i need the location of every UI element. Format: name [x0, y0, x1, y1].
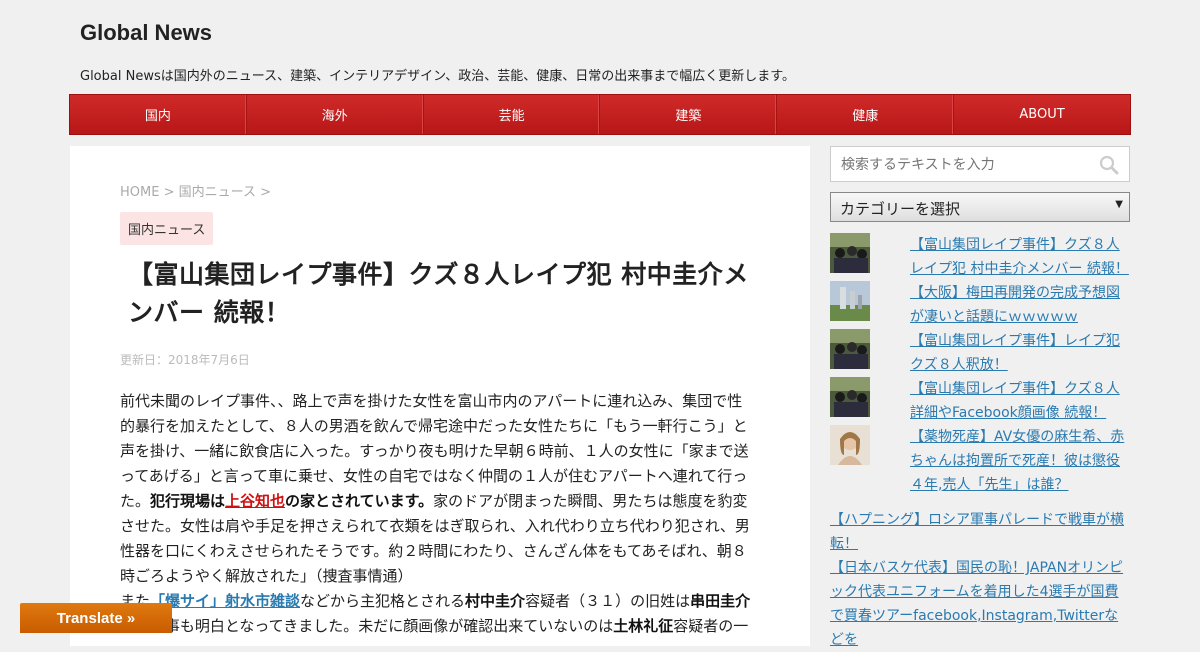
- article-text: 容疑者（３１）の旧姓は: [525, 592, 691, 610]
- article-text: 容疑者の一: [673, 617, 749, 635]
- category-badge[interactable]: 国内ニュース: [120, 212, 214, 245]
- breadcrumb-separator: >: [159, 185, 179, 200]
- nav-item-health[interactable]: 健康: [777, 95, 955, 134]
- breadcrumb: HOME > 国内ニュース >: [120, 181, 271, 200]
- article-container: HOME > 国内ニュース > 国内ニュース 【富山集団レイプ事件】クズ８人レイ…: [70, 146, 810, 646]
- breadcrumb-home[interactable]: HOME: [120, 185, 159, 200]
- more-posts: 【ハプニング】ロシア軍事パレードで戦車が横転！ 【日本バスケ代表】国民の恥！JA…: [830, 508, 1130, 652]
- suspect-name-link[interactable]: 上谷知也: [225, 492, 285, 510]
- post-link[interactable]: 【日本バスケ代表】国民の恥！JAPANオリンピック代表ユニフォームを着用した4選…: [830, 556, 1130, 652]
- translate-button[interactable]: Translate »: [20, 603, 172, 633]
- article-text: などから主犯格とされる: [300, 592, 466, 610]
- group-photo-thumbnail[interactable]: [830, 233, 870, 273]
- search-input[interactable]: [831, 147, 1093, 183]
- nav-item-about[interactable]: ABOUT: [954, 95, 1130, 134]
- breadcrumb-category[interactable]: 国内ニュース: [179, 185, 256, 200]
- search-icon[interactable]: [1099, 155, 1119, 175]
- list-item: 【大阪】梅田再開発の完成予想図が凄いと話題にｗｗｗｗｗ: [830, 281, 1130, 329]
- recent-post-link[interactable]: 【薬物死産】AV女優の麻生希、赤ちゃんは拘置所で死産！彼は懲役４年,売人「先生」…: [910, 425, 1132, 497]
- search-box: [830, 146, 1130, 183]
- breadcrumb-separator: >: [255, 185, 272, 200]
- article-bold-text: 串田圭介: [690, 592, 751, 610]
- article-bold-text: 村中圭介: [465, 592, 526, 610]
- list-item: 【富山集団レイプ事件】クズ８人レイプ犯 村中圭介メンバー 続報！: [830, 233, 1130, 281]
- site-description: Global Newsは国内外のニュース、建築、インテリアデザイン、政治、芸能、…: [80, 69, 796, 84]
- article-bold-text: 土林礼征: [613, 617, 674, 635]
- portrait-photo-thumbnail[interactable]: [830, 425, 870, 465]
- main-nav: 国内 海外 芸能 建築 健康 ABOUT: [69, 94, 1131, 135]
- recent-post-link[interactable]: 【富山集団レイプ事件】レイプ犯クズ８人釈放！: [910, 329, 1132, 377]
- nav-item-domestic[interactable]: 国内: [70, 95, 247, 134]
- group-photo-thumbnail[interactable]: [830, 377, 870, 417]
- post-title: 【富山集団レイプ事件】クズ８人レイプ犯 村中圭介メンバー 続報！: [128, 260, 749, 327]
- list-item: 【富山集団レイプ事件】レイプ犯クズ８人釈放！: [830, 329, 1130, 377]
- category-select[interactable]: カテゴリーを選択 ▼: [830, 192, 1130, 222]
- site-title[interactable]: Global News: [80, 20, 212, 46]
- list-item: 【富山集団レイプ事件】クズ８人詳細やFacebook顔画像 続報！: [830, 377, 1130, 425]
- group-photo-thumbnail[interactable]: [830, 329, 870, 369]
- recent-post-link[interactable]: 【大阪】梅田再開発の完成予想図が凄いと話題にｗｗｗｗｗ: [910, 281, 1132, 329]
- bakusai-link[interactable]: 「爆サイ」射水市雑談: [150, 592, 300, 610]
- updated-date: 更新日：2018年7月6日: [120, 353, 250, 367]
- city-rendering-thumbnail[interactable]: [830, 281, 870, 321]
- recent-post-link[interactable]: 【富山集団レイプ事件】クズ８人詳細やFacebook顔画像 続報！: [910, 377, 1132, 425]
- category-select-value: カテゴリーを選択: [840, 200, 961, 218]
- caret-down-icon: ▼: [1115, 199, 1123, 210]
- nav-item-overseas[interactable]: 海外: [247, 95, 424, 134]
- post-link[interactable]: 【ハプニング】ロシア軍事パレードで戦車が横転！: [830, 508, 1130, 556]
- article-body: 前代未聞のレイプ事件、、路上で声を掛けた女性を富山市内のアパートに連れ込み、集団…: [120, 389, 752, 639]
- list-item: 【薬物死産】AV女優の麻生希、赤ちゃんは拘置所で死産！彼は懲役４年,売人「先生」…: [830, 425, 1130, 493]
- article-bold-text: 犯行現場は: [150, 492, 226, 510]
- nav-item-architecture[interactable]: 建築: [600, 95, 778, 134]
- recent-post-link[interactable]: 【富山集団レイプ事件】クズ８人レイプ犯 村中圭介メンバー 続報！: [910, 233, 1132, 281]
- nav-item-entertainment[interactable]: 芸能: [424, 95, 601, 134]
- article-bold-text: の家とされています。: [285, 492, 434, 510]
- article-text: である事も明白となってきました。未だに顔画像が確認出来ていないのは: [120, 617, 614, 635]
- recent-posts: 【富山集団レイプ事件】クズ８人レイプ犯 村中圭介メンバー 続報！ 【大阪】梅田再…: [830, 233, 1130, 493]
